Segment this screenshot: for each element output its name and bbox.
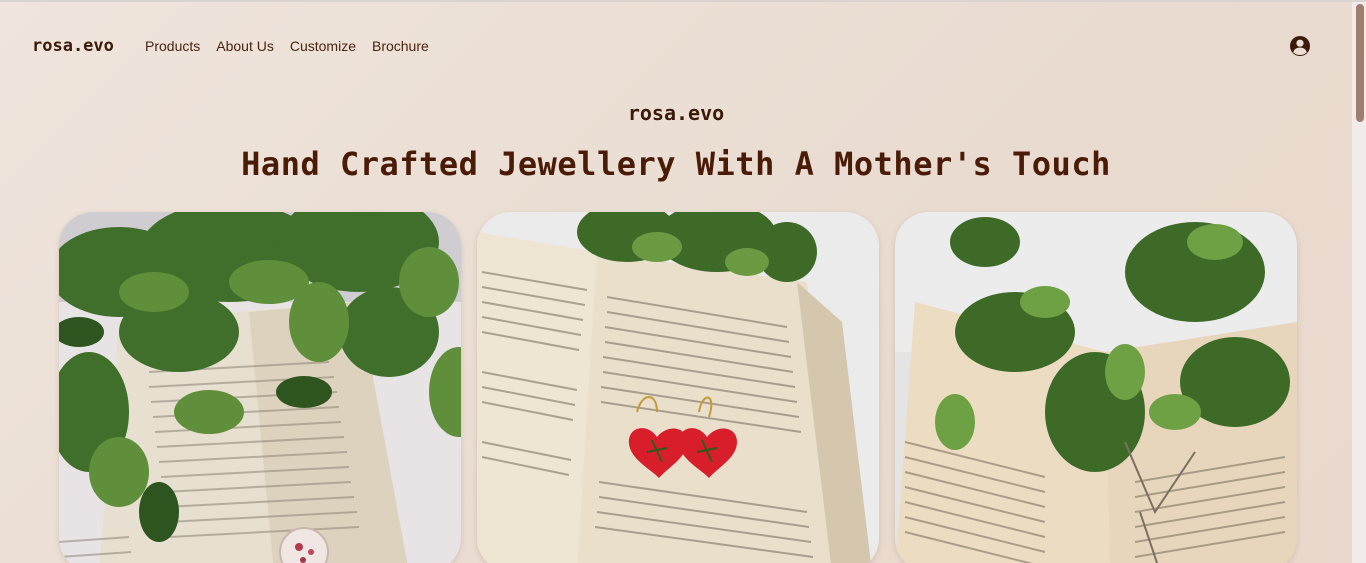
top-navbar: rosa.evo Products About Us Customize Bro… bbox=[0, 2, 1352, 92]
scrollbar-thumb[interactable] bbox=[1356, 4, 1364, 122]
product-card-image[interactable] bbox=[59, 212, 461, 563]
product-card-image[interactable] bbox=[477, 212, 879, 563]
nav-link-products[interactable]: Products bbox=[145, 38, 200, 54]
nav-link-brochure[interactable]: Brochure bbox=[372, 38, 429, 54]
nav-link-about-us[interactable]: About Us bbox=[216, 38, 274, 54]
hero-brand: rosa.evo bbox=[627, 101, 725, 125]
nav-links: Products About Us Customize Brochure bbox=[145, 38, 429, 54]
product-card-image[interactable] bbox=[895, 212, 1297, 563]
nav-link-customize[interactable]: Customize bbox=[290, 38, 356, 54]
brand-logo[interactable]: rosa.evo bbox=[32, 36, 114, 56]
user-circle-icon[interactable] bbox=[1289, 35, 1311, 57]
page-title: Hand Crafted Jewellery With A Mother's T… bbox=[241, 145, 1111, 183]
page-scrollbar[interactable] bbox=[1352, 2, 1366, 563]
